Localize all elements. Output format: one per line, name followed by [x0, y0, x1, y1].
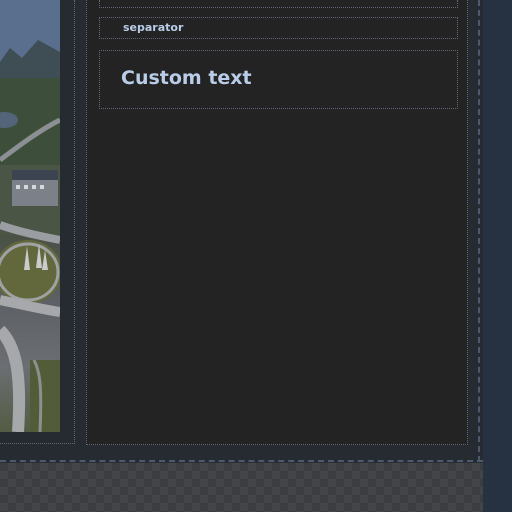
separator-block[interactable]: separator — [99, 17, 458, 39]
editor-canvas: separator Custom text — [0, 0, 483, 462]
aerial-photo-graphic — [0, 0, 60, 432]
image-column[interactable] — [0, 0, 75, 444]
canvas-border-bottom — [0, 460, 483, 462]
separator-label: separator — [123, 21, 184, 34]
custom-text-block[interactable]: Custom text — [99, 50, 458, 109]
aerial-photo[interactable] — [0, 0, 60, 432]
content-column[interactable]: separator Custom text — [86, 0, 468, 445]
canvas-border-right — [478, 0, 480, 462]
checkered-background — [0, 463, 483, 512]
custom-text-heading[interactable]: Custom text — [121, 65, 252, 91]
right-side-panel — [483, 0, 512, 512]
previous-block-edge[interactable] — [99, 0, 458, 8]
